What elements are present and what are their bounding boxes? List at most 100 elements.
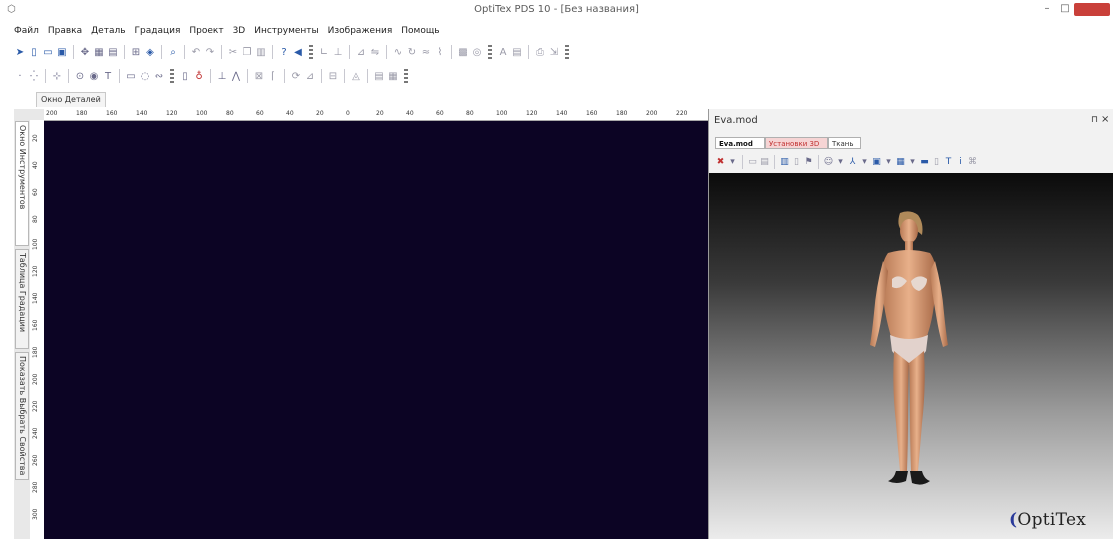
menu-project[interactable]: Проект: [189, 26, 223, 40]
maximize-button[interactable]: □: [1058, 3, 1072, 15]
layout-icon[interactable]: ◎: [471, 46, 483, 58]
grid-icon[interactable]: ▦: [93, 46, 105, 58]
info-3d-icon[interactable]: i: [955, 157, 966, 168]
tab-eva-mod[interactable]: Eva.mod: [715, 137, 765, 149]
tab-fabric[interactable]: Ткань: [828, 137, 861, 149]
grade-icon[interactable]: ⊿: [355, 46, 367, 58]
axis-icon[interactable]: ⅄: [847, 157, 858, 168]
snap-icon[interactable]: ◈: [144, 46, 156, 58]
lasso-icon[interactable]: ◌: [139, 70, 151, 82]
brush-icon[interactable]: ⌘: [967, 157, 978, 168]
dropdown-icon[interactable]: ▾: [835, 157, 846, 168]
properties-icon[interactable]: ▤: [107, 46, 119, 58]
drape-icon[interactable]: ▯: [791, 157, 802, 168]
close-3d-icon[interactable]: ✖: [715, 157, 726, 168]
curve-icon[interactable]: ∿: [392, 46, 404, 58]
sewing-icon[interactable]: ⌇: [434, 46, 446, 58]
line-icon[interactable]: ∟: [318, 46, 330, 58]
button-icon[interactable]: ◉: [88, 70, 100, 82]
marker-icon[interactable]: ⁛: [28, 70, 40, 82]
folder-icon[interactable]: ▬: [919, 157, 930, 168]
dropdown-icon[interactable]: ▾: [727, 157, 738, 168]
group-icon[interactable]: ▩: [457, 46, 469, 58]
copy-icon[interactable]: ❐: [241, 46, 253, 58]
point-icon[interactable]: ·: [14, 70, 26, 82]
tab-grading-table[interactable]: Таблица Градации: [15, 249, 29, 349]
tab-properties[interactable]: Показать Выбрать Свойства: [15, 352, 29, 480]
toolbar-grip[interactable]: [488, 45, 492, 59]
new-document-icon[interactable]: ▯: [28, 46, 40, 58]
tab-3d-settings[interactable]: Установки 3D: [765, 137, 828, 149]
save-icon[interactable]: ▣: [56, 46, 68, 58]
rotate-tool-icon[interactable]: ⊿: [304, 70, 316, 82]
notch-tool-icon[interactable]: ⊥: [216, 70, 228, 82]
minimize-button[interactable]: –: [1040, 3, 1054, 15]
fold-icon[interactable]: ⊠: [253, 70, 265, 82]
menu-3d[interactable]: 3D: [233, 26, 246, 40]
text-icon[interactable]: A: [497, 46, 509, 58]
rotate-icon[interactable]: ↻: [406, 46, 418, 58]
3d-viewport[interactable]: (OptiTex: [709, 173, 1113, 539]
tab-tools-window[interactable]: Окно Инструментов: [15, 121, 29, 246]
pin-panel-button[interactable]: ⊓: [1091, 115, 1098, 125]
toolbar-grip[interactable]: [170, 69, 174, 83]
measure-tool-icon[interactable]: ⊟: [327, 70, 339, 82]
menu-grading[interactable]: Градация: [135, 26, 181, 40]
grade-point-icon[interactable]: ⊹: [51, 70, 63, 82]
avatar-icon[interactable]: ☺: [823, 157, 834, 168]
plot-icon[interactable]: ⎙: [534, 46, 546, 58]
dropdown-icon[interactable]: ▾: [907, 157, 918, 168]
camera-icon[interactable]: ▣: [871, 157, 882, 168]
table-icon[interactable]: ▤: [511, 46, 523, 58]
pin-icon[interactable]: ♁: [193, 70, 205, 82]
close-window-button[interactable]: [1074, 3, 1110, 16]
toolbar-grip[interactable]: [309, 45, 313, 59]
dropdown-icon[interactable]: ▾: [883, 157, 894, 168]
walk-icon[interactable]: ⟳: [290, 70, 302, 82]
delete-icon[interactable]: ▯: [179, 70, 191, 82]
frame-icon[interactable]: ▭: [747, 157, 758, 168]
clothes-icon[interactable]: ⚑: [803, 157, 814, 168]
grid-tool-icon[interactable]: ▦: [387, 70, 399, 82]
menu-piece[interactable]: Деталь: [91, 26, 125, 40]
rectangle-icon[interactable]: ▭: [125, 70, 137, 82]
menu-file[interactable]: Файл: [14, 26, 39, 40]
pan-icon[interactable]: ✥: [79, 46, 91, 58]
menu-help[interactable]: Помощь: [401, 26, 439, 40]
seam-icon[interactable]: ≈: [420, 46, 432, 58]
cut-icon[interactable]: ✂: [227, 46, 239, 58]
info-icon[interactable]: ◀: [292, 46, 304, 58]
sheet-icon[interactable]: ▤: [373, 70, 385, 82]
dropdown-icon[interactable]: ▾: [859, 157, 870, 168]
sim-icon[interactable]: ▥: [779, 157, 790, 168]
copy-3d-icon[interactable]: ▯: [931, 157, 942, 168]
close-panel-button[interactable]: ×: [1101, 114, 1109, 125]
cursor-icon[interactable]: ➤: [14, 46, 26, 58]
help-icon[interactable]: ?: [278, 46, 290, 58]
pleat-icon[interactable]: ⌈: [267, 70, 279, 82]
measure-icon[interactable]: ⊞: [130, 46, 142, 58]
redo-icon[interactable]: ↷: [204, 46, 216, 58]
pieces-icon[interactable]: ◬: [350, 70, 362, 82]
curve-tool-icon[interactable]: ∾: [153, 70, 165, 82]
pattern-canvas[interactable]: [44, 121, 708, 539]
paste-icon[interactable]: ▥: [255, 46, 267, 58]
text-3d-icon[interactable]: T: [943, 157, 954, 168]
menu-images[interactable]: Изображения: [328, 26, 393, 40]
view-icon[interactable]: ▤: [759, 157, 770, 168]
menu-edit[interactable]: Правка: [48, 26, 82, 40]
zoom-icon[interactable]: ⌕: [167, 46, 179, 58]
toolbar-grip[interactable]: [404, 69, 408, 83]
open-folder-icon[interactable]: ▭: [42, 46, 54, 58]
text-tool-icon[interactable]: T: [102, 70, 114, 82]
menu-tools[interactable]: Инструменты: [254, 26, 318, 40]
notch-icon[interactable]: ⊥: [332, 46, 344, 58]
export-icon[interactable]: ⇲: [548, 46, 560, 58]
mirror-icon[interactable]: ⇋: [369, 46, 381, 58]
dart-icon[interactable]: ⋀: [230, 70, 242, 82]
render-icon[interactable]: ▦: [895, 157, 906, 168]
undo-icon[interactable]: ↶: [190, 46, 202, 58]
drill-icon[interactable]: ⊙: [74, 70, 86, 82]
tab-pieces-window[interactable]: Окно Деталей: [36, 92, 106, 107]
toolbar-grip[interactable]: [565, 45, 569, 59]
